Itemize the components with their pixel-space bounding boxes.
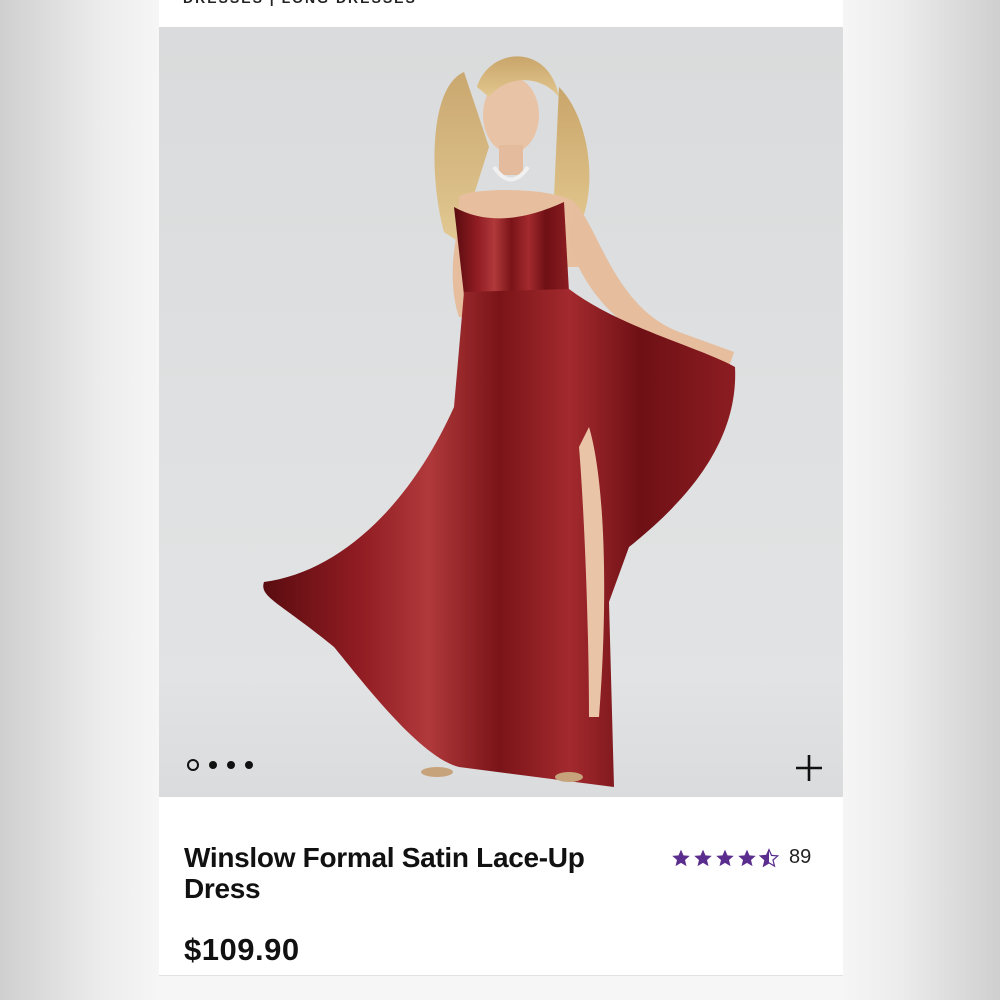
slide-dot-2[interactable] [209, 761, 217, 769]
product-image[interactable] [159, 27, 843, 797]
slide-dot-3[interactable] [227, 761, 235, 769]
product-title: Winslow Formal Satin Lace-Up Dress [184, 842, 585, 904]
product-rating[interactable]: 89 [671, 846, 811, 869]
star-icon [716, 849, 734, 866]
slide-dot-4[interactable] [245, 761, 253, 769]
rating-count[interactable]: 89 [789, 846, 811, 869]
product-gallery[interactable] [159, 27, 843, 797]
slide-indicators[interactable] [187, 759, 253, 771]
plus-icon [796, 755, 822, 781]
zoom-button[interactable] [791, 750, 827, 786]
star-icon [694, 849, 712, 866]
card-bottom-border [159, 975, 843, 976]
product-price: $109.90 [184, 932, 300, 967]
slide-dot-1[interactable] [187, 759, 199, 771]
product-card: DRESSES | LONG DRESSES [159, 0, 843, 975]
star-icon [738, 849, 756, 866]
star-icon [672, 849, 690, 866]
breadcrumb[interactable]: DRESSES | LONG DRESSES [183, 0, 417, 10]
star-rating [671, 847, 779, 868]
half-star-icon [759, 847, 779, 867]
